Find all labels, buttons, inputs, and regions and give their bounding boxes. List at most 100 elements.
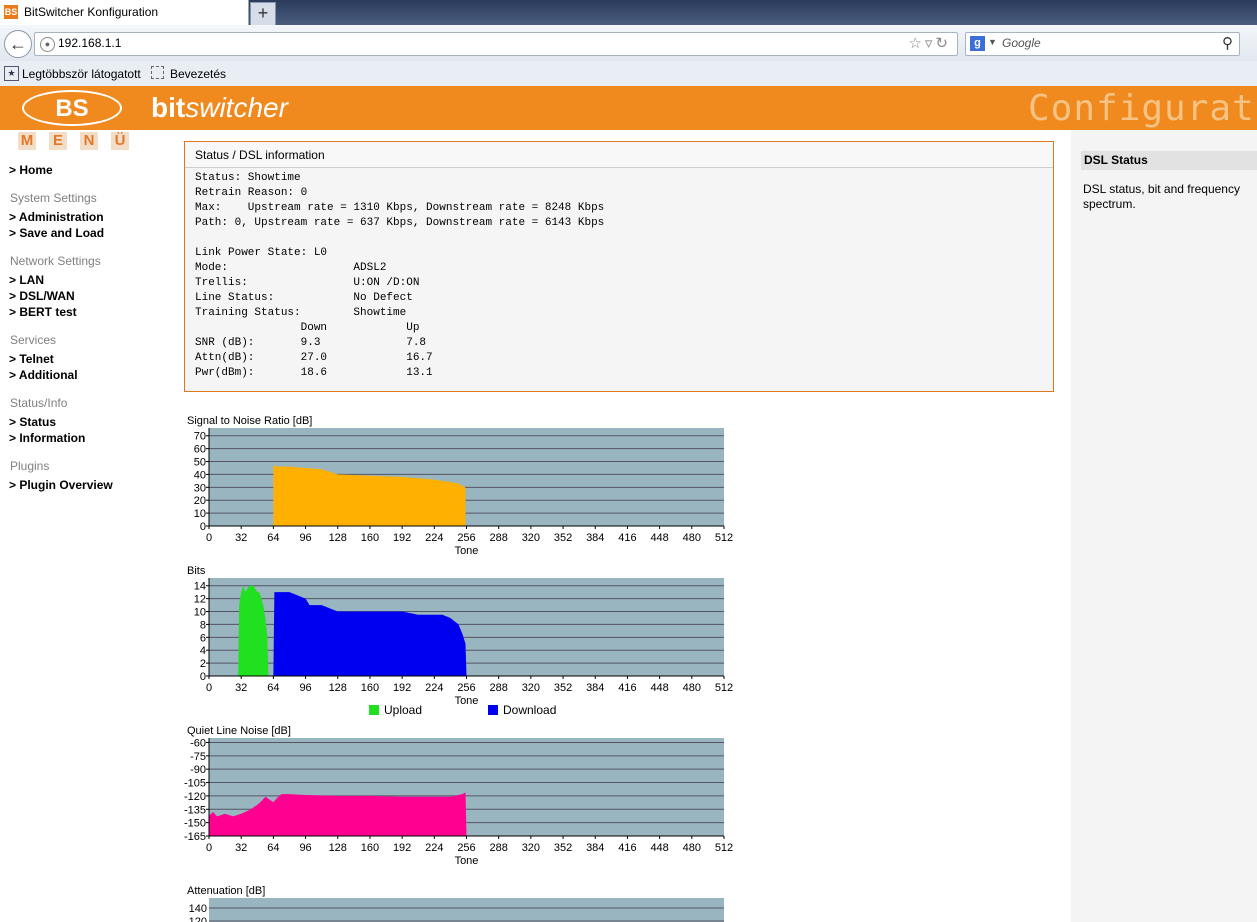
x-tick-label: 448 [650,682,668,694]
x-tick-label: 384 [586,682,604,694]
help-title: DSL Status [1081,151,1257,170]
x-tick-label: 192 [393,682,411,694]
back-button[interactable]: ← [4,30,32,58]
y-tick-label: 4 [200,645,206,657]
chart-title: Quiet Line Noise [dB] [187,725,291,737]
y-tick-label: 60 [194,444,206,456]
address-bar[interactable]: ● 192.168.1.1 ☆▿↻ [34,32,958,56]
dsl-status-panel: Status / DSL information Status: Showtim… [184,141,1054,392]
x-tick-label: 352 [554,682,572,694]
site-favicon-icon: BS [4,5,18,19]
browser-tab[interactable]: BS BitSwitcher Konfiguration [0,0,249,25]
legend-upload-label: Upload [384,703,423,717]
section-network-settings: Network Settings [10,254,101,268]
chart-title: Bits [187,565,206,577]
x-tick-label: 0 [206,682,212,694]
menu-letter: E [49,132,67,150]
plot-area [209,898,724,922]
nav-information[interactable]: > Information [9,431,85,445]
nav-save-and-load[interactable]: > Save and Load [9,226,104,240]
y-tick-label: 8 [200,619,206,631]
engine-dropdown-icon[interactable]: ▼ [988,37,997,47]
x-tick-label: 32 [235,532,247,544]
nav-plugin-overview[interactable]: > Plugin Overview [9,478,113,492]
x-tick-label: 0 [206,532,212,544]
section-plugins: Plugins [10,459,50,473]
nav-additional[interactable]: > Additional [9,368,78,382]
nav-lan[interactable]: > LAN [9,273,44,287]
status-line: Max: Upstream rate = 1310 Kbps, Downstre… [195,202,605,214]
quiet-line-noise-chart: Quiet Line Noise [dB] -60 -75 -90 -105 -120 -1… [184,722,744,870]
x-tick-label: 160 [361,532,379,544]
nav-telnet[interactable]: > Telnet [9,352,54,366]
bookmarks-bar: ★ Legtöbbször látogatott Bevezetés [0,61,1257,86]
brand-name: bitswitcher [151,92,288,124]
x-tick-label: 64 [267,682,279,694]
history-dropdown-icon[interactable]: ▿ [925,35,936,52]
site-info-icon[interactable]: ● [40,37,55,52]
x-tick-label: 512 [715,682,733,694]
download-swatch [488,705,498,715]
x-tick-label: 448 [650,532,668,544]
google-engine-icon[interactable]: g [970,36,985,51]
menu-letter: Ü [111,132,129,150]
nav-status[interactable]: > Status [9,415,56,429]
search-bar[interactable]: g ▼ Google ⚲ [965,32,1240,56]
y-tick-label: 10 [194,508,206,520]
y-tick-label: 120 [189,916,207,922]
url-text[interactable]: 192.168.1.1 [58,36,121,50]
chart-title: Attenuation [dB] [187,885,265,897]
nav-bert-test[interactable]: > BERT test [9,305,77,319]
help-panel: DSL Status DSL status, bit and frequency… [1071,130,1257,922]
bs-logo: BS [22,90,122,126]
bookmark-folder-icon [151,66,164,79]
y-tick-label: 14 [194,581,206,593]
y-tick-label: -135 [184,804,206,816]
x-axis-label: Tone [455,695,479,707]
x-tick-label: 224 [425,682,443,694]
x-tick-label: 256 [457,682,475,694]
y-tick-label: 2 [200,658,206,670]
legend-download: Download [488,703,556,717]
bookmark-star-icon[interactable]: ☆ [908,35,924,52]
y-tick-label: -75 [190,751,206,763]
y-tick-label: 6 [200,632,206,644]
y-tick-label: 50 [194,457,206,469]
tab-title: BitSwitcher Konfiguration [24,5,159,19]
new-tab-button[interactable]: + [250,2,276,26]
brand-bold: bit [151,92,186,123]
x-axis-label: Tone [455,545,479,557]
back-arrow-icon: ← [9,34,27,54]
x-tick-label: 96 [299,532,311,544]
x-tick-label: 416 [618,842,636,854]
x-tick-label: 96 [299,842,311,854]
x-tick-label: 128 [329,532,347,544]
search-input[interactable]: Google [1002,36,1041,50]
nav-administration[interactable]: > Administration [9,210,104,224]
x-tick-label: 128 [329,682,347,694]
x-tick-label: 96 [299,682,311,694]
x-tick-label: 352 [554,532,572,544]
x-tick-label: 416 [618,532,636,544]
menu-letter: N [80,132,98,150]
nav-home[interactable]: > Home [9,163,53,177]
nav-dsl-wan[interactable]: > DSL/WAN [9,289,75,303]
x-tick-label: 128 [329,842,347,854]
y-tick-label: -90 [190,764,206,776]
x-tick-label: 160 [361,682,379,694]
reload-icon[interactable]: ↻ [935,35,951,52]
x-tick-label: 320 [522,532,540,544]
status-line: SNR (dB): 9.3 7.8 [195,337,427,349]
brand-italic: switcher [185,92,288,123]
bookmark-most-visited[interactable]: Legtöbbször látogatott [22,67,141,81]
search-icon[interactable]: ⚲ [1222,34,1233,52]
x-tick-label: 384 [586,842,604,854]
x-tick-label: 224 [425,842,443,854]
bookmark-getting-started[interactable]: Bevezetés [170,67,226,81]
y-tick-label: -60 [190,737,206,749]
x-tick-label: 480 [683,842,701,854]
status-line: Mode: ADSL2 [195,262,387,274]
x-tick-label: 352 [554,842,572,854]
x-tick-label: 256 [457,842,475,854]
status-line: Line Status: No Defect [195,292,413,304]
